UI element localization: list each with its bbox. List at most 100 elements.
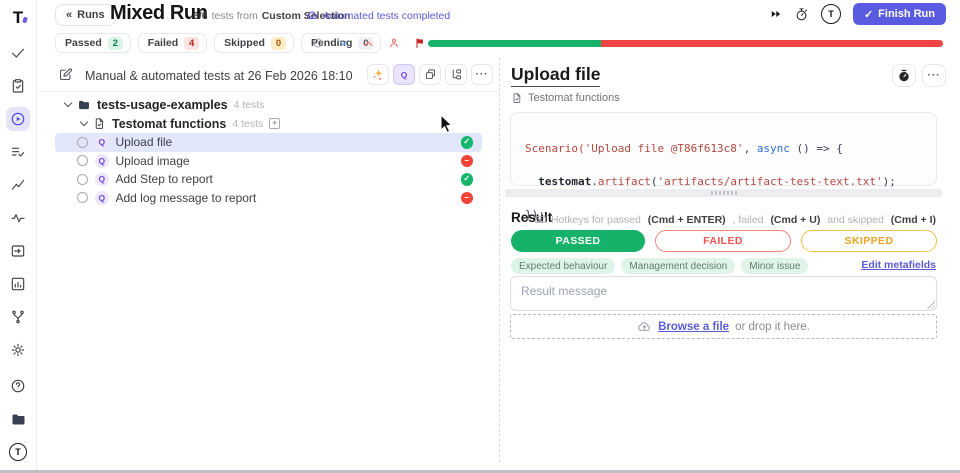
account-avatar[interactable]: T	[6, 440, 30, 464]
copy-tree-button[interactable]	[419, 64, 441, 85]
tree-more-button[interactable]: ···	[471, 64, 493, 85]
folder-name: tests-usage-examples	[97, 98, 228, 112]
hierarchy-icon	[450, 68, 463, 81]
test-detail-title: Upload file	[511, 64, 600, 87]
failed-status-icon: –	[461, 192, 474, 205]
cloud-check-icon	[306, 9, 319, 22]
run-title: Manual & automated tests at 26 Feb 2026 …	[85, 69, 353, 83]
nav-import-icon[interactable]	[6, 239, 30, 263]
test-radio[interactable]	[77, 155, 88, 166]
tree-toolbar: Q ···	[367, 64, 493, 85]
more-icon: ···	[476, 70, 489, 80]
header-actions: T ✓ Finish Run	[770, 3, 946, 25]
nav-branches-icon[interactable]	[6, 305, 30, 329]
tag-management-decision[interactable]: Management decision	[621, 258, 735, 274]
filter-passed-chip[interactable]: Passed2	[55, 33, 131, 53]
folder-test-count: 4 tests	[234, 99, 265, 111]
logo-accent-dot	[22, 17, 28, 24]
test-row-upload-file[interactable]: Q Upload file ✓	[55, 133, 482, 152]
keyboard-icon	[534, 213, 547, 226]
automated-test-icon: Q	[95, 136, 109, 150]
hotkeys-hint: Hotkeys for passed (Cmd + ENTER) , faile…	[534, 213, 936, 226]
nav-test-plans-icon[interactable]	[6, 74, 30, 98]
chevron-down-icon[interactable]	[80, 118, 88, 126]
horizontal-resize-handle[interactable]	[505, 189, 942, 197]
chevrons-left-icon: «	[66, 9, 72, 21]
nav-results-icon[interactable]	[6, 140, 30, 164]
passed-status-icon: ✓	[461, 136, 474, 149]
detail-more-button[interactable]: ···	[922, 64, 946, 87]
panel-divider[interactable]	[499, 58, 500, 462]
result-message-input[interactable]	[510, 276, 937, 311]
history-timer-button[interactable]	[892, 64, 916, 87]
cloud-upload-icon	[637, 319, 652, 334]
progress-failed-segment	[601, 40, 943, 47]
copy-icon	[424, 68, 437, 81]
ai-sparkles-button[interactable]	[367, 64, 389, 85]
automated-test-icon: Q	[398, 68, 411, 81]
test-row-upload-image[interactable]: Q Upload image –	[55, 152, 482, 171]
tag-expected-behaviour[interactable]: Expected behaviour	[511, 258, 615, 274]
tree-folder-row[interactable]: tests-usage-examples 4 tests	[37, 95, 499, 114]
result-message-wrap	[510, 276, 937, 311]
tree-panel-header: Manual & automated tests at 26 Feb 2026 …	[37, 58, 499, 92]
nav-runs-icon[interactable]	[6, 107, 30, 131]
help-icon[interactable]	[6, 374, 30, 398]
user-avatar[interactable]: T	[821, 4, 841, 24]
check-icon: ✓	[864, 8, 873, 21]
testomat-logo[interactable]: T	[6, 5, 30, 29]
projects-folder-icon[interactable]	[6, 407, 30, 431]
flag-icon[interactable]	[414, 37, 426, 49]
assignee-person-icon[interactable]	[388, 37, 400, 49]
app-rail: T T	[0, 0, 37, 470]
tree-structure-button[interactable]	[445, 64, 467, 85]
test-radio[interactable]	[77, 137, 88, 148]
automated-tests-status-link[interactable]: Automated tests completed	[306, 9, 450, 22]
test-row-add-log[interactable]: Q Add log message to report –	[55, 189, 482, 208]
nav-reports-icon[interactable]	[6, 272, 30, 296]
more-icon: ···	[928, 71, 941, 81]
edit-metafields-link[interactable]: Edit metafields	[861, 259, 936, 271]
passed-button[interactable]: PASSED	[511, 230, 645, 252]
edit-run-icon[interactable]	[58, 67, 73, 82]
back-to-runs-button[interactable]: « Runs	[55, 4, 116, 26]
suite-name: Testomat functions	[112, 117, 226, 131]
fast-forward-icon[interactable]	[770, 8, 782, 20]
browse-file-link[interactable]: Browse a file	[658, 321, 729, 333]
file-dropzone[interactable]: Browse a file or drop it here.	[510, 314, 937, 339]
verdict-buttons: PASSED FAILED SKIPPED	[511, 230, 937, 252]
filter-skipped-chip[interactable]: Skipped0	[214, 33, 294, 53]
expand-icon[interactable]: +	[269, 118, 280, 129]
settings-gear-icon[interactable]	[6, 338, 30, 362]
failed-button[interactable]: FAILED	[655, 230, 791, 252]
nav-checks-icon[interactable]	[6, 41, 30, 65]
test-name: Upload image	[116, 154, 190, 168]
textarea-resize-grip[interactable]	[926, 300, 935, 309]
test-row-add-step[interactable]: Q Add Step to report ✓	[55, 170, 482, 189]
tree-suite-row[interactable]: Testomat functions 4 tests +	[37, 114, 499, 133]
tests-count: 6/6	[193, 10, 208, 22]
test-radio[interactable]	[77, 192, 88, 203]
test-name: Add log message to report	[116, 191, 257, 205]
skipped-count-badge: 0	[271, 37, 286, 50]
sparkles-icon	[371, 68, 385, 82]
chevron-down-icon[interactable]	[64, 99, 72, 107]
code-line-2: testomat.artifact('artifacts/artifact-te…	[525, 174, 922, 191]
filter-failed-chip[interactable]: Failed4	[138, 33, 207, 53]
filter-icons	[312, 37, 426, 49]
test-radio[interactable]	[77, 174, 88, 185]
finish-run-button[interactable]: ✓ Finish Run	[853, 3, 946, 25]
stopwatch-icon[interactable]	[794, 7, 809, 22]
skipped-button[interactable]: SKIPPED	[801, 230, 937, 252]
nav-activity-icon[interactable]	[6, 206, 30, 230]
automated-test-icon: Q	[95, 191, 109, 205]
chevron-up-icon[interactable]	[363, 38, 374, 49]
grip-dots	[711, 191, 737, 195]
detail-suite-breadcrumb[interactable]: Testomat functions	[511, 92, 620, 104]
chevron-down-icon[interactable]	[338, 38, 349, 49]
tag-minor-issue[interactable]: Minor issue	[741, 258, 808, 274]
filter-automated-button[interactable]: Q	[393, 64, 415, 85]
nav-analytics-icon[interactable]	[6, 173, 30, 197]
suite-file-icon	[511, 92, 523, 104]
empty-status-circle-icon[interactable]	[312, 37, 324, 49]
